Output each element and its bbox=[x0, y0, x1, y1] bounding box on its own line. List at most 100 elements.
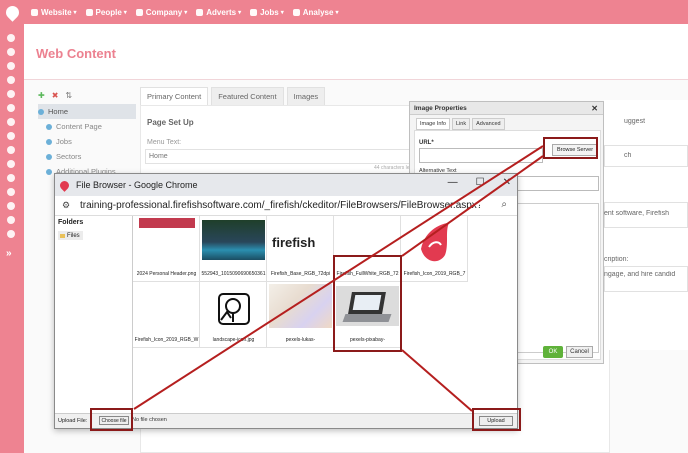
file-browser-window: File Browser - Google Chrome — ☐ ✕ ⚙ tra… bbox=[54, 173, 518, 429]
tab-advanced[interactable]: Advanced bbox=[472, 118, 505, 130]
maximize-icon[interactable]: ☐ bbox=[476, 177, 485, 188]
dialog-header: Image Properties ✕ bbox=[410, 102, 603, 115]
file-tile[interactable]: Firefish_Icon_2019_RGB_W bbox=[133, 282, 200, 348]
file-name: Firefish_Icon_2019_RGB_7 bbox=[403, 271, 466, 277]
tree-item-label: Content Page bbox=[56, 122, 102, 131]
sidebar-search-icon[interactable] bbox=[7, 118, 15, 126]
characters-left: 44 characters left bbox=[374, 165, 413, 171]
tree-item-sectors[interactable]: Sectors bbox=[38, 149, 136, 164]
sidebar-config-icon[interactable] bbox=[7, 202, 15, 210]
expand-sidebar-icon[interactable]: » bbox=[6, 248, 12, 259]
right-text-ch: ch bbox=[624, 152, 632, 159]
file-thumbnail bbox=[135, 284, 198, 334]
sidebar-tools-icon[interactable] bbox=[7, 146, 15, 154]
nav-company[interactable]: Company ▾ bbox=[135, 8, 187, 17]
nav-website[interactable]: Website ▾ bbox=[31, 8, 77, 17]
sidebar-cog-icon[interactable] bbox=[7, 104, 15, 112]
file-tile[interactable]: 2024 Personal Header.png bbox=[133, 216, 200, 282]
file-tile[interactable]: Firefish_Icon_2019_RGB_7 bbox=[401, 216, 468, 282]
right-text-engage: ngage, and hire candid bbox=[604, 271, 676, 278]
browser-url[interactable]: training-professional.firefishsoftware.c… bbox=[80, 200, 480, 211]
zoom-icon[interactable]: ⌕ bbox=[501, 199, 507, 210]
firefish-wordmark-thumbnail: firefish bbox=[269, 230, 332, 254]
folders-panel: Folders Files bbox=[55, 216, 133, 426]
sidebar-admin-icon[interactable] bbox=[7, 188, 15, 196]
cancel-button[interactable]: Cancel bbox=[566, 346, 593, 358]
folder-icon bbox=[60, 233, 65, 238]
minimize-icon[interactable]: — bbox=[448, 177, 458, 188]
files-folder[interactable]: Files bbox=[58, 231, 83, 240]
sidebar-settings-icon[interactable] bbox=[7, 76, 15, 84]
tab-images[interactable]: Images bbox=[286, 87, 326, 105]
right-field-1[interactable] bbox=[604, 145, 688, 167]
chart-icon bbox=[292, 8, 300, 16]
nav-adverts[interactable]: Adverts ▾ bbox=[196, 8, 241, 17]
menu-text-input[interactable]: Home bbox=[145, 149, 410, 164]
globe-icon bbox=[31, 8, 38, 16]
tab-image-info[interactable]: Image Info bbox=[416, 118, 450, 130]
file-tile[interactable]: 552943_1015090690650361 bbox=[200, 216, 267, 282]
chevron-down-icon: ▾ bbox=[280, 9, 284, 16]
add-icon[interactable]: ✚ bbox=[38, 91, 45, 100]
sort-icon[interactable]: ⇅ bbox=[65, 91, 72, 100]
file-tile[interactable]: firefish Firefish_Base_RGB_72dpi bbox=[267, 216, 334, 282]
pool-photo-thumbnail bbox=[202, 220, 265, 260]
nav-jobs[interactable]: Jobs ▾ bbox=[250, 8, 284, 17]
sidebar-check-icon[interactable] bbox=[7, 132, 15, 140]
right-text-suggest: uggest bbox=[624, 118, 646, 125]
page-setup-title: Page Set Up bbox=[147, 118, 194, 127]
person-icon bbox=[85, 8, 93, 16]
highlight-browse-server bbox=[543, 137, 598, 159]
tree-item-label: Home bbox=[48, 107, 69, 116]
tab-primary-content[interactable]: Primary Content bbox=[140, 87, 209, 105]
page-icon bbox=[38, 108, 44, 115]
file-grid: 2024 Personal Header.png 552943_10150906… bbox=[133, 216, 517, 413]
chevron-down-icon: ▾ bbox=[335, 9, 339, 16]
firefish-wordmark-image: firefish bbox=[272, 235, 315, 250]
nav-people-label: People bbox=[95, 7, 122, 17]
sidebar-person-icon[interactable] bbox=[7, 174, 15, 182]
sidebar-user-icon[interactable] bbox=[7, 62, 15, 70]
nav-jobs-label: Jobs bbox=[260, 7, 279, 17]
file-tile[interactable]: landscape-icon.jpg bbox=[200, 282, 267, 348]
browser-address-bar: ⚙ training-professional.firefishsoftware… bbox=[55, 196, 517, 216]
landscape-icon-thumbnail bbox=[202, 284, 265, 334]
dialog-title: Image Properties bbox=[414, 104, 467, 112]
chevron-down-icon: ▾ bbox=[123, 9, 127, 16]
dialog-tabs: Image Info Link Advanced bbox=[416, 118, 603, 130]
highlight-selected-file bbox=[333, 255, 402, 352]
sidebar-options-icon[interactable] bbox=[7, 216, 15, 224]
ok-button[interactable]: OK bbox=[543, 346, 563, 358]
sidebar-home-icon[interactable] bbox=[7, 48, 15, 56]
landscape-icon bbox=[217, 293, 250, 325]
firefish-logo-icon[interactable] bbox=[0, 0, 24, 24]
window-controls: — ☐ ✕ bbox=[448, 177, 511, 188]
delete-icon[interactable]: ✖ bbox=[52, 91, 59, 100]
nav-analyse-label: Analyse bbox=[302, 7, 334, 17]
page-icon bbox=[46, 153, 52, 160]
right-field-3[interactable] bbox=[604, 266, 688, 292]
tab-link[interactable]: Link bbox=[452, 118, 471, 130]
firefish-fish-image bbox=[420, 223, 449, 262]
close-icon[interactable]: ✕ bbox=[503, 177, 511, 188]
sidebar-people-icon[interactable] bbox=[7, 160, 15, 168]
nav-people[interactable]: People ▾ bbox=[85, 7, 127, 17]
highlight-upload bbox=[472, 408, 521, 431]
tree-item-content-page[interactable]: Content Page bbox=[38, 119, 136, 134]
tree-item-home[interactable]: Home bbox=[38, 104, 136, 119]
tree-item-jobs[interactable]: Jobs bbox=[38, 134, 136, 149]
tree-item-label: Jobs bbox=[56, 137, 72, 146]
desk-photo-thumbnail bbox=[269, 284, 332, 328]
tab-featured-content[interactable]: Featured Content bbox=[211, 87, 284, 105]
file-name: Firefish_Base_RGB_72dpi bbox=[270, 271, 331, 277]
sidebar-gear-icon[interactable] bbox=[7, 90, 15, 98]
close-icon[interactable]: ✕ bbox=[591, 104, 598, 113]
page-icon bbox=[46, 138, 52, 145]
file-tile[interactable]: pexels-lukas- bbox=[267, 282, 334, 348]
site-settings-icon[interactable]: ⚙ bbox=[62, 200, 72, 211]
url-label: URL* bbox=[419, 140, 434, 146]
sidebar-system-icon[interactable] bbox=[7, 230, 15, 238]
url-input[interactable] bbox=[419, 148, 543, 163]
nav-analyse[interactable]: Analyse ▾ bbox=[292, 7, 339, 17]
sidebar-dashboard-icon[interactable] bbox=[7, 34, 15, 42]
